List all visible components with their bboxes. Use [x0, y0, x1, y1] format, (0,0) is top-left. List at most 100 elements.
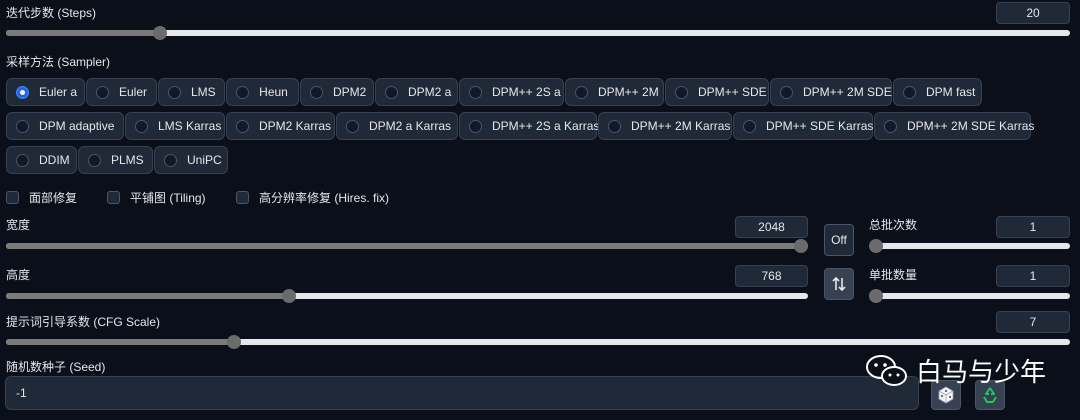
batch-size-slider[interactable]: [869, 288, 1070, 304]
seed-input[interactable]: -1: [5, 376, 919, 410]
watermark: 白马与少年: [866, 352, 1046, 389]
tiling-checkbox[interactable]: 平铺图 (Tiling): [107, 189, 206, 206]
sampler-option[interactable]: DPM2: [300, 78, 374, 106]
sampler-option-label: DPM++ 2M SDE Karras: [907, 119, 1035, 133]
width-label: 宽度: [6, 218, 31, 232]
sampler-option[interactable]: DPM++ SDE: [665, 78, 769, 106]
face-restore-label: 面部修复: [29, 191, 78, 205]
checkbox-box: [6, 191, 19, 204]
sampler-option-label: DPM2: [333, 85, 367, 99]
sampler-option[interactable]: DPM2 a Karras: [336, 112, 458, 140]
sampler-option[interactable]: DPM++ 2S a Karras: [459, 112, 600, 140]
radio-indicator: [575, 85, 588, 99]
radio-indicator: [469, 85, 482, 99]
slider-track: [869, 243, 1070, 249]
sampler-option-label: DPM++ SDE Karras: [766, 119, 874, 133]
sampler-option[interactable]: DPM2 a: [375, 78, 458, 106]
sampler-option[interactable]: UniPC: [154, 146, 228, 174]
slider-thumb[interactable]: [226, 335, 241, 349]
radio-indicator: [16, 153, 29, 167]
sampler-option[interactable]: DPM fast: [893, 78, 982, 106]
checkbox-box: [236, 191, 249, 204]
slider-thumb[interactable]: [869, 239, 883, 253]
sampler-option-label: DDIM: [39, 153, 70, 167]
height-slider[interactable]: [6, 288, 808, 304]
sampler-option[interactable]: DPM++ 2M SDE Karras: [874, 112, 1035, 140]
sampler-option[interactable]: DPM adaptive: [6, 112, 124, 140]
width-slider[interactable]: [6, 238, 808, 254]
batch-count-value[interactable]: 1: [996, 216, 1070, 238]
radio-indicator: [346, 119, 359, 133]
sampler-option[interactable]: DPM++ 2M SDE: [770, 78, 892, 106]
sampler-option[interactable]: DPM++ 2M: [565, 78, 664, 106]
radio-indicator: [903, 85, 916, 99]
radio-indicator: [675, 85, 688, 99]
slider-thumb[interactable]: [794, 239, 808, 253]
sampler-option[interactable]: PLMS: [78, 146, 153, 174]
hires-fix-checkbox[interactable]: 高分辨率修复 (Hires. fix): [236, 189, 389, 206]
height-label: 高度: [6, 268, 31, 282]
steps-value[interactable]: 20: [996, 2, 1070, 24]
sampler-option[interactable]: DPM++ 2S a: [459, 78, 564, 106]
width-value[interactable]: 2048: [735, 216, 808, 238]
steps-slider[interactable]: [6, 25, 1070, 41]
sampler-label: 采样方法 (Sampler): [6, 55, 111, 69]
radio-indicator: [164, 153, 177, 167]
hires-fix-label: 高分辨率修复 (Hires. fix): [259, 191, 389, 205]
sampler-option-label: DPM2 a Karras: [369, 119, 452, 133]
sampler-option-label: LMS Karras: [158, 119, 222, 133]
slider-fill: [6, 293, 289, 299]
tiling-label: 平铺图 (Tiling): [130, 191, 206, 205]
sampler-option[interactable]: DPM++ SDE Karras: [733, 112, 873, 140]
slider-track: [869, 293, 1070, 299]
face-restore-checkbox[interactable]: 面部修复: [6, 189, 77, 206]
batch-size-value[interactable]: 1: [996, 265, 1070, 287]
radio-indicator: [608, 119, 621, 133]
radio-indicator: [16, 119, 29, 133]
radio-indicator: [743, 119, 756, 133]
sampler-option[interactable]: DPM++ 2M Karras: [598, 112, 732, 140]
radio-indicator: [236, 85, 249, 99]
sampler-option-label: DPM++ 2S a: [492, 85, 561, 99]
checkbox-box: [107, 191, 120, 204]
sampler-option-label: Euler: [119, 85, 148, 99]
sampler-option[interactable]: DDIM: [6, 146, 77, 174]
height-value[interactable]: 768: [735, 265, 808, 287]
slider-thumb[interactable]: [281, 289, 296, 303]
sampler-option[interactable]: Euler: [86, 78, 157, 106]
sampler-option-label: DPM2 Karras: [259, 119, 332, 133]
sampler-option-label: DPM fast: [926, 85, 976, 99]
radio-indicator: [168, 85, 181, 99]
sampler-option[interactable]: LMS: [158, 78, 225, 106]
sampler-option-label: DPM++ 2M SDE: [803, 85, 892, 99]
sampler-option-label: DPM++ 2M: [598, 85, 659, 99]
cfg-value[interactable]: 7: [996, 311, 1070, 333]
watermark-text: 白马与少年: [916, 357, 1047, 387]
sampler-option[interactable]: DPM2 Karras: [226, 112, 335, 140]
cfg-slider[interactable]: [6, 334, 1070, 350]
sampler-option-label: DPM++ 2S a Karras: [492, 119, 600, 133]
slider-fill: [6, 30, 160, 36]
slider-thumb[interactable]: [869, 289, 883, 303]
batch-size-label: 单批数量: [869, 268, 918, 282]
steps-label: 迭代步数 (Steps): [6, 6, 97, 20]
sampler-option[interactable]: Euler a: [6, 78, 85, 106]
sampler-option-label: Euler a: [39, 85, 78, 99]
radio-indicator: [310, 85, 323, 99]
sampler-option-label: DPM++ SDE: [698, 85, 767, 99]
swap-dimensions-button[interactable]: [824, 268, 854, 300]
radio-indicator: [884, 119, 897, 133]
sampler-option[interactable]: Heun: [226, 78, 299, 106]
sampler-option-label: DPM2 a: [408, 85, 452, 99]
off-button[interactable]: Off: [824, 224, 854, 256]
sampler-option[interactable]: LMS Karras: [125, 112, 225, 140]
radio-indicator: [385, 85, 398, 99]
slider-thumb[interactable]: [153, 26, 167, 40]
batch-count-label: 总批次数: [869, 218, 918, 232]
radio-indicator: [135, 119, 148, 133]
batch-count-slider[interactable]: [869, 238, 1070, 254]
swap-vertical-icon: [832, 276, 846, 292]
seed-label: 随机数种子 (Seed): [6, 360, 106, 374]
sampler-option-label: LMS: [191, 85, 216, 99]
sampler-option-label: UniPC: [187, 153, 222, 167]
